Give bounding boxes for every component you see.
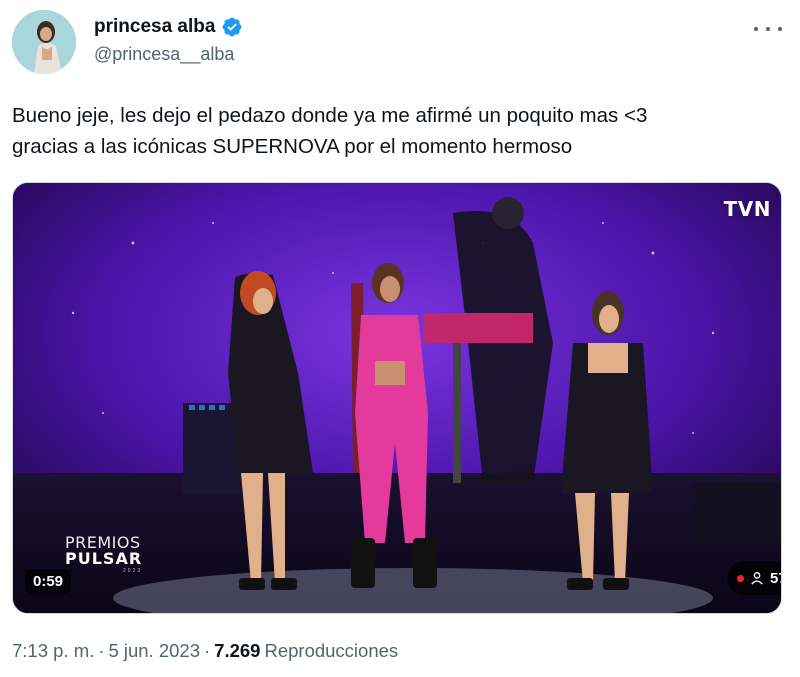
event-logo-year: 2023 [123, 568, 143, 574]
tweet-text-line: Bueno jeje, les dejo el pedazo donde ya … [12, 104, 648, 127]
views-count: 7.269 [214, 640, 261, 661]
live-viewers-badge[interactable]: 57 [727, 561, 781, 595]
display-name-row: princesa alba [94, 16, 243, 38]
tweet-text-line: gracias a las icónicas SUPERNOVA por el … [12, 135, 573, 158]
tweet-time[interactable]: 7:13 p. m. [12, 640, 94, 662]
event-logo-top: PREMIOS [65, 533, 141, 552]
video-duration-badge: 0:59 [25, 569, 72, 594]
meta-separator: · [98, 640, 105, 661]
author-handle[interactable]: @princesa__alba [94, 44, 243, 65]
person-icon [751, 572, 763, 585]
tweet-meta: 7:13 p. m. · 5 jun. 2023 · 7.269 Reprodu… [12, 640, 398, 662]
live-viewers-count: 57 [770, 569, 781, 587]
dot-icon [766, 27, 770, 31]
tweet-date[interactable]: 5 jun. 2023 [108, 640, 200, 662]
channel-logo: TVN [723, 197, 771, 221]
event-logo: PREMIOS PULSAR 2023 [65, 535, 142, 574]
dot-icon [754, 27, 758, 31]
ellipsis-icon[interactable] [754, 20, 782, 38]
verified-badge-icon [223, 17, 242, 37]
display-name[interactable]: princesa alba [94, 16, 215, 38]
tweet-header: princesa alba @princesa__alba [12, 10, 788, 76]
video-player[interactable]: TVN PREMIOS PULSAR 2023 0:59 57 [12, 182, 782, 614]
live-dot-icon [737, 574, 744, 582]
views-label: Reproducciones [264, 640, 399, 661]
event-logo-bottom: PULSAR [65, 549, 143, 568]
avatar-image [12, 10, 76, 74]
author-block: princesa alba @princesa__alba [94, 16, 243, 65]
profile-avatar[interactable] [12, 10, 76, 74]
tweet-text: Bueno jeje, les dejo el pedazo donde ya … [12, 100, 782, 162]
dot-icon [778, 27, 782, 31]
meta-separator: · [204, 640, 211, 661]
